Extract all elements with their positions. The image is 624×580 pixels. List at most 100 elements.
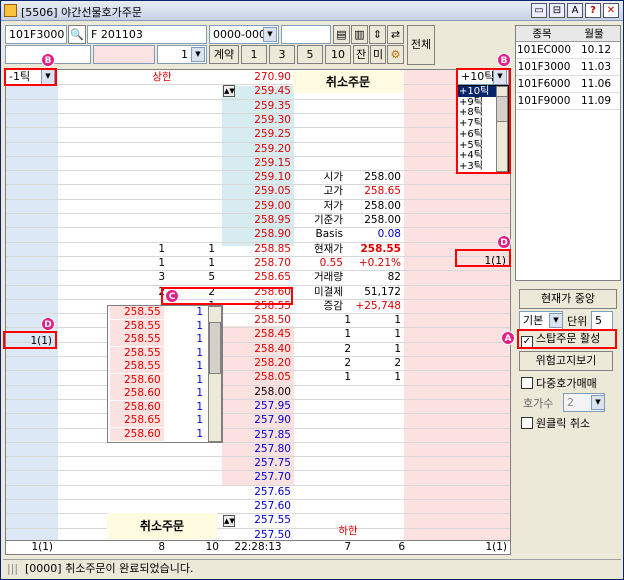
cancel-order-top[interactable]: 취소주문 [293, 71, 403, 93]
gear-icon[interactable]: ⚙ [387, 45, 404, 64]
code-input[interactable]: 101F3000 [5, 25, 67, 44]
footer-sell-total: 8 [158, 541, 165, 553]
order-qty[interactable]: 1 [166, 414, 206, 427]
chevron-down-icon[interactable]: ▼ [591, 395, 605, 410]
qty-5-button[interactable]: 5 [297, 45, 323, 64]
badge-d: D [41, 317, 55, 331]
chevron-down-icon[interactable]: ▼ [191, 47, 205, 62]
balance-button[interactable]: 잔 [353, 45, 369, 64]
order-qty[interactable]: 1 [166, 320, 206, 333]
footer-sell-count: 10 [205, 541, 219, 553]
one-click-cancel-checkbox[interactable]: 원클릭 취소 [521, 415, 590, 431]
badge-d: D [497, 235, 511, 249]
footer-right: 1(1) [485, 541, 507, 553]
name-field: F 201103 [87, 25, 207, 44]
badge-b: B [41, 53, 55, 67]
chevron-down-icon[interactable]: ▼ [549, 313, 563, 328]
footer-time: 22:28:13 [234, 541, 282, 553]
copy-icon[interactable]: ▤ [333, 25, 350, 44]
center-price-button[interactable]: 현재가 중앙 [519, 289, 617, 309]
help-icon[interactable]: ? [585, 3, 601, 18]
scroll-updown-icon[interactable]: ▲▼ [223, 515, 235, 527]
contract-code[interactable]: 101EC000 [516, 42, 572, 59]
order-qty[interactable]: 1 [166, 360, 206, 373]
sort-icon[interactable]: ⇕ [369, 25, 386, 44]
footer-left: 1(1) [31, 541, 53, 553]
contract-code[interactable]: 101F3000 [516, 59, 572, 76]
order-price[interactable]: 258.65 [110, 414, 164, 427]
col-header-code: 종목 [532, 28, 552, 40]
one-click-cancel-label: 원클릭 취소 [536, 417, 591, 430]
password-input[interactable] [281, 25, 331, 44]
contract-month[interactable]: 11.03 [572, 59, 620, 76]
order-window: [5506] 야간선물호가주문 ▭ ⊟ A ? ✕ 101F3000 🔍 F 2… [0, 0, 624, 580]
multi-order-checkbox[interactable]: 다중호가매매 [521, 375, 597, 391]
price-input[interactable] [93, 45, 155, 64]
order-price[interactable]: 258.60 [110, 373, 164, 387]
close-icon[interactable]: ✕ [603, 3, 619, 18]
risk-notice-button[interactable]: 위험고지보기 [519, 351, 613, 371]
order-price[interactable]: 258.55 [110, 360, 164, 373]
chevron-down-icon[interactable]: ▼ [263, 27, 277, 42]
lower-limit-label: 하한 [338, 525, 358, 537]
title-bar: [5506] 야간선물호가주문 ▭ ⊟ A ? ✕ [1, 1, 623, 21]
order-price[interactable]: 258.55 [110, 333, 164, 346]
contract-label: 계약 [209, 45, 239, 64]
order-qty[interactable]: 1 [166, 387, 206, 400]
contract-table: 종목 월물 101EC000 10.12 101F3000 11.03 101F6000… [515, 25, 621, 281]
status-bar: ||| [0000] 취소주문이 완료되었습니다. [3, 559, 621, 577]
footer-buy-total: 6 [398, 541, 405, 553]
order-qty[interactable]: 1 [166, 347, 206, 360]
cancel-order-bottom[interactable]: 취소주문 [107, 513, 217, 539]
contract-code[interactable]: 101F6000 [516, 76, 572, 93]
order-price[interactable]: 258.60 [110, 400, 164, 414]
paste-icon[interactable]: ▥ [351, 25, 368, 44]
pending-button[interactable]: 미 [370, 45, 386, 64]
info-value: +25,748 [355, 299, 401, 312]
contract-month[interactable]: 11.06 [572, 76, 620, 93]
unit-input[interactable]: 5 [591, 311, 613, 330]
link-icon[interactable]: ⇄ [387, 25, 404, 44]
qty-3-button[interactable]: 3 [269, 45, 295, 64]
order-qty[interactable]: 1 [166, 374, 206, 387]
order-list[interactable]: 258.55 1 258.55 1 258.55 1 258.55 1 258.55 1 258.6… [107, 305, 223, 443]
contract-month[interactable]: 11.09 [572, 93, 620, 110]
order-price[interactable]: 258.55 [110, 346, 164, 360]
qty-1-button[interactable]: 1 [241, 45, 267, 64]
order-qty[interactable]: 1 [166, 401, 206, 414]
order-price[interactable]: 258.55 [110, 306, 164, 319]
order-book-grid: 270.90 259.45 259.35 259.30 259.25 259.20 259.… [5, 69, 511, 541]
bid-qty-cell: 1 [394, 371, 401, 384]
bid-count-cell: 1 [344, 371, 351, 384]
order-price[interactable]: 258.55 [110, 319, 164, 333]
font-icon[interactable]: A [567, 3, 583, 18]
multi-order-label: 다중호가매매 [536, 377, 597, 390]
footer-buy-count: 7 [344, 541, 351, 553]
badge-c: C [165, 289, 179, 303]
order-qty[interactable]: 1 [166, 306, 206, 319]
unit-label: 단위 [567, 315, 588, 328]
grip-icon: ||| [7, 562, 19, 575]
all-button[interactable]: 전체 [407, 25, 435, 65]
upper-limit-label: 상한 [152, 71, 172, 83]
window-title: [5506] 야간선물호가주문 [21, 6, 143, 19]
badge-a: A [501, 331, 515, 345]
link-icon[interactable]: ▭ [531, 3, 547, 18]
contract-code[interactable]: 101F9000 [516, 93, 572, 110]
qty-10-button[interactable]: 10 [325, 45, 351, 64]
contract-month[interactable]: 10.12 [572, 42, 620, 59]
scroll-updown-icon[interactable]: ▲▼ [223, 85, 235, 97]
badge-b: B [497, 53, 511, 67]
order-price[interactable]: 258.60 [110, 387, 164, 400]
summary-row: 1(1) 8 10 22:28:13 7 6 1(1) [5, 541, 511, 555]
order-price[interactable]: 258.60 [110, 427, 164, 441]
order-qty[interactable]: 1 [166, 333, 206, 346]
info-label: 증감 [323, 299, 343, 312]
status-message: [0000] 취소주문이 완료되었습니다. [25, 562, 194, 575]
scroll-thumb[interactable] [209, 322, 221, 374]
order-qty[interactable]: 1 [166, 428, 206, 441]
hoga-label: 호가수 [523, 397, 554, 410]
search-icon[interactable]: 🔍 [68, 25, 86, 44]
app-icon [4, 4, 17, 17]
pin-icon[interactable]: ⊟ [549, 3, 565, 18]
